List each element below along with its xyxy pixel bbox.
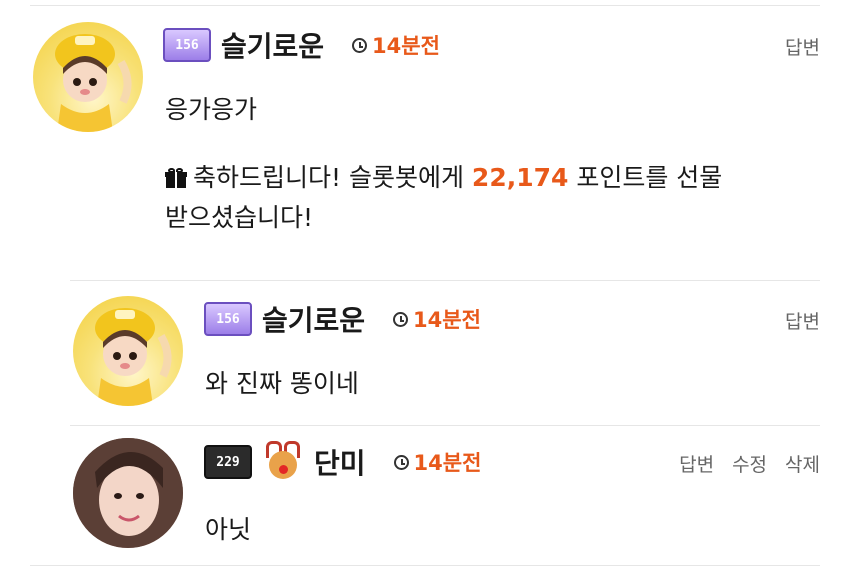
- comment-text: 응가응가: [165, 95, 258, 124]
- reply-button[interactable]: 답변: [679, 450, 714, 477]
- comment-actions: 답변: [785, 33, 820, 60]
- gift-notice-suffix: 포인트를 선물: [568, 163, 723, 192]
- avatar-character-icon: [95, 308, 172, 406]
- clock-icon: [393, 454, 409, 470]
- avatar-character-icon: [55, 34, 132, 132]
- level-badge-icon: 229: [204, 445, 252, 479]
- comment-divider: [70, 425, 820, 426]
- username[interactable]: 슬기로운: [262, 299, 365, 339]
- top-divider: [30, 5, 820, 6]
- reindeer-icon: [262, 441, 304, 483]
- gift-icon: [165, 168, 187, 188]
- comment-actions: 답변 수정 삭제: [679, 450, 820, 477]
- timestamp: 14분전: [393, 447, 482, 477]
- gift-notice-suffix-line2: 받으셨습니다!: [165, 203, 314, 232]
- username[interactable]: 슬기로운: [221, 25, 324, 65]
- avatar[interactable]: [33, 22, 143, 132]
- avatar[interactable]: [73, 438, 183, 548]
- avatar[interactable]: [73, 296, 183, 406]
- comment-header: 229 단미 14분전: [204, 441, 482, 483]
- gift-notice-prefix: 축하드립니다! 슬롯봇에게: [193, 163, 472, 192]
- timestamp: 14분전: [352, 30, 440, 60]
- username[interactable]: 단미: [314, 442, 366, 482]
- comment-header: 156 슬기로운 14분전: [204, 299, 481, 339]
- timestamp-text: 14분전: [372, 34, 440, 58]
- comment-actions: 답변: [785, 307, 820, 334]
- clock-icon: [393, 311, 409, 327]
- delete-button[interactable]: 삭제: [785, 450, 820, 477]
- reply-button[interactable]: 답변: [785, 33, 820, 60]
- gift-notice: 축하드립니다! 슬롯봇에게 22,174 포인트를 선물 받으셨습니다!: [165, 158, 825, 238]
- edit-button[interactable]: 수정: [732, 450, 767, 477]
- comment-header: 156 슬기로운 14분전: [163, 25, 440, 65]
- comment-divider: [70, 280, 820, 281]
- bottom-divider: [30, 565, 820, 566]
- timestamp-text: 14분전: [413, 308, 481, 332]
- comment-text: 아닛: [205, 515, 252, 544]
- clock-icon: [352, 37, 368, 53]
- avatar-photo-icon: [73, 438, 183, 548]
- gift-points: 22,174: [471, 163, 569, 192]
- reply-button[interactable]: 답변: [785, 307, 820, 334]
- level-badge-icon: 156: [204, 302, 252, 336]
- comment-text: 와 진짜 똥이네: [205, 369, 359, 398]
- level-badge-icon: 156: [163, 28, 211, 62]
- timestamp-text: 14분전: [413, 451, 482, 475]
- timestamp: 14분전: [393, 304, 481, 334]
